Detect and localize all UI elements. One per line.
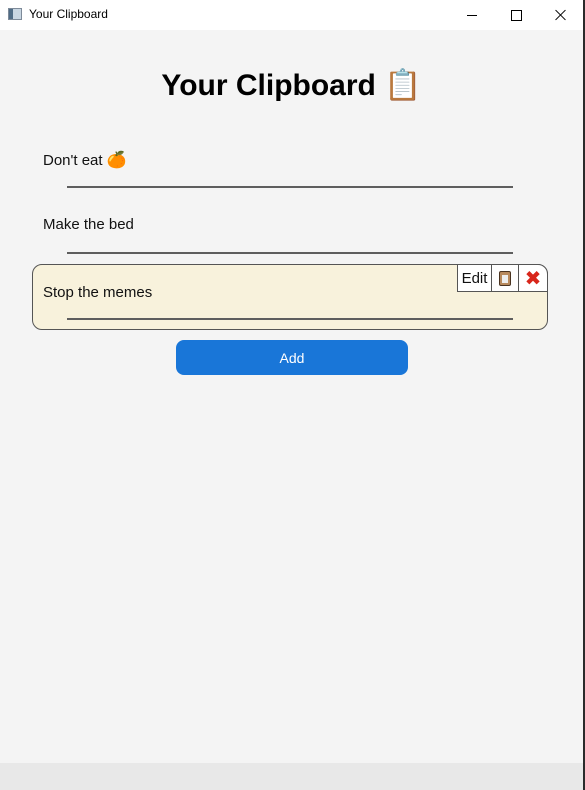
item-label: Don't eat — [43, 152, 103, 169]
item-underline — [67, 252, 513, 254]
item-underline — [67, 186, 513, 188]
item-label: Stop the memes — [43, 284, 153, 301]
app-window: Your Clipboard Your Clipboard 📋 Don't ea… — [0, 0, 585, 790]
tangerine-icon: 🍊 — [106, 152, 127, 169]
close-button[interactable] — [538, 0, 584, 30]
add-button[interactable]: Add — [176, 340, 408, 375]
list-item[interactable]: Make the bed — [32, 198, 548, 264]
maximize-icon — [510, 9, 522, 21]
maximize-button[interactable] — [493, 0, 539, 30]
app-icon — [8, 8, 22, 20]
item-label: Make the bed — [43, 216, 134, 233]
minimize-button[interactable] — [449, 0, 495, 30]
delete-icon: ✖ — [524, 267, 542, 290]
page-title-text: Your Clipboard — [161, 69, 376, 102]
edit-button[interactable]: Edit — [457, 264, 492, 292]
list-item[interactable]: Don't eat 🍊 — [32, 132, 548, 198]
clipboard-icon: 📋 — [384, 69, 422, 102]
window-title: Your Clipboard — [29, 7, 108, 21]
page-title: Your Clipboard 📋 — [0, 68, 583, 103]
copy-button[interactable] — [491, 264, 519, 292]
close-icon — [555, 9, 567, 21]
status-bar — [0, 763, 583, 790]
list-item-selected[interactable]: Stop the memes Edit ✖ — [32, 264, 548, 330]
minimize-icon — [467, 14, 477, 16]
item-underline — [67, 318, 513, 320]
clipboard-icon — [499, 270, 511, 286]
item-actions: Edit ✖ — [457, 264, 548, 292]
title-bar[interactable]: Your Clipboard — [0, 0, 583, 30]
item-text: Don't eat 🍊 — [43, 150, 127, 170]
delete-button[interactable]: ✖ — [518, 264, 548, 292]
